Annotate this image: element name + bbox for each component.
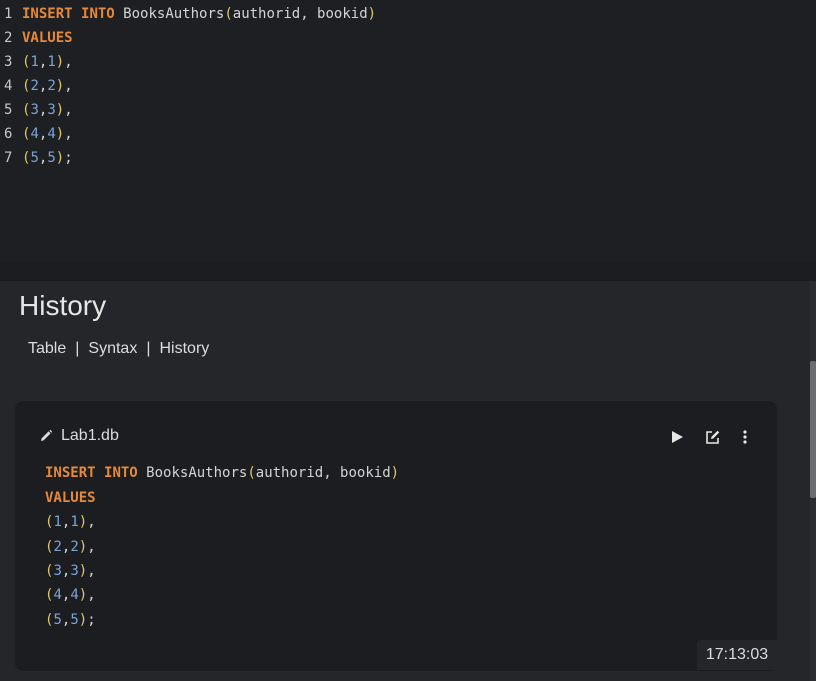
nav-link-syntax[interactable]: Syntax: [88, 340, 137, 358]
nav-separator: |: [75, 340, 80, 357]
sql-keyword: INSERT: [45, 465, 96, 481]
sql-number: 3: [30, 102, 39, 118]
line-number: 6: [4, 126, 13, 142]
sql-number: 2: [47, 78, 56, 94]
sql-number: 3: [53, 563, 62, 579]
sql-number: 1: [53, 514, 62, 530]
sql-number: 4: [30, 126, 39, 142]
database-label[interactable]: Lab1.db: [39, 427, 119, 445]
panel-divider: [0, 262, 816, 281]
editor-line[interactable]: 1 INSERT INTO BooksAuthors(authorid, book…: [0, 2, 376, 26]
editor-line[interactable]: 5 (3,3),: [0, 98, 73, 122]
line-number: 2: [4, 30, 13, 46]
editor-line[interactable]: 6 (4,4),: [0, 122, 73, 146]
sql-number: 2: [70, 539, 79, 555]
editor-line[interactable]: 2 VALUES: [0, 26, 73, 50]
history-entry-card: [15, 401, 777, 671]
sql-number: 4: [47, 126, 56, 142]
line-number: 7: [4, 150, 13, 166]
history-sql-line: (4,4),: [45, 587, 96, 603]
timestamp: 17:13:03: [697, 640, 777, 670]
line-number: 1: [4, 6, 13, 22]
sql-number: 1: [70, 514, 79, 530]
history-sql-line: VALUES: [45, 486, 96, 510]
scrollbar-thumb[interactable]: [810, 361, 816, 498]
history-nav: Table | Syntax | History: [28, 340, 209, 358]
line-number: 3: [4, 54, 13, 70]
sql-number: 2: [53, 539, 62, 555]
history-sql-line: (1,1),: [45, 514, 96, 530]
sql-table-name: BooksAuthors: [146, 465, 248, 481]
nav-link-table[interactable]: Table: [28, 340, 66, 358]
edit-icon: [706, 430, 720, 444]
sql-number: 4: [70, 587, 79, 603]
sql-column-list: authorid, bookid: [255, 465, 391, 481]
sql-editor[interactable]: 1 INSERT INTO BooksAuthors(authorid, book…: [0, 0, 816, 262]
sql-number: 3: [70, 563, 79, 579]
sql-number: 5: [47, 150, 56, 166]
history-sql-line: INSERT INTO BooksAuthors(authorid, booki…: [45, 465, 400, 481]
history-title: History: [19, 290, 107, 321]
nav-separator: |: [146, 340, 151, 357]
line-number: 5: [4, 102, 13, 118]
edit-button[interactable]: [704, 428, 722, 446]
sql-column-list: authorid, bookid: [232, 6, 368, 22]
sql-keyword: VALUES: [22, 30, 73, 46]
history-sql-line: (3,3),: [45, 563, 96, 579]
nav-link-history[interactable]: History: [159, 340, 209, 358]
sql-number: 5: [70, 612, 79, 628]
sql-number: 3: [47, 102, 56, 118]
sql-keyword: INSERT: [22, 6, 73, 22]
editor-line[interactable]: 4 (2,2),: [0, 74, 73, 98]
pencil-icon: [41, 429, 53, 441]
run-button[interactable]: [668, 428, 686, 446]
editor-line[interactable]: 7 (5,5);: [0, 146, 73, 170]
database-name: Lab1.db: [61, 427, 119, 444]
line-number: 4: [4, 78, 13, 94]
sql-keyword: VALUES: [45, 490, 96, 506]
more-options-button[interactable]: [736, 428, 754, 446]
history-sql-line: (2,2),: [45, 539, 96, 555]
sql-number: 5: [53, 612, 62, 628]
sql-number: 1: [47, 54, 56, 70]
play-icon: [672, 431, 683, 443]
sql-keyword: INTO: [81, 6, 115, 22]
sql-number: 1: [30, 54, 39, 70]
more-vertical-icon: [743, 430, 747, 444]
editor-line[interactable]: 3 (1,1),: [0, 50, 73, 74]
sql-keyword: INTO: [104, 465, 138, 481]
sql-table-name: BooksAuthors: [123, 6, 225, 22]
history-sql-line: (5,5);: [45, 612, 96, 628]
sql-number: 4: [53, 587, 62, 603]
sql-number: 2: [30, 78, 39, 94]
sql-number: 5: [30, 150, 39, 166]
